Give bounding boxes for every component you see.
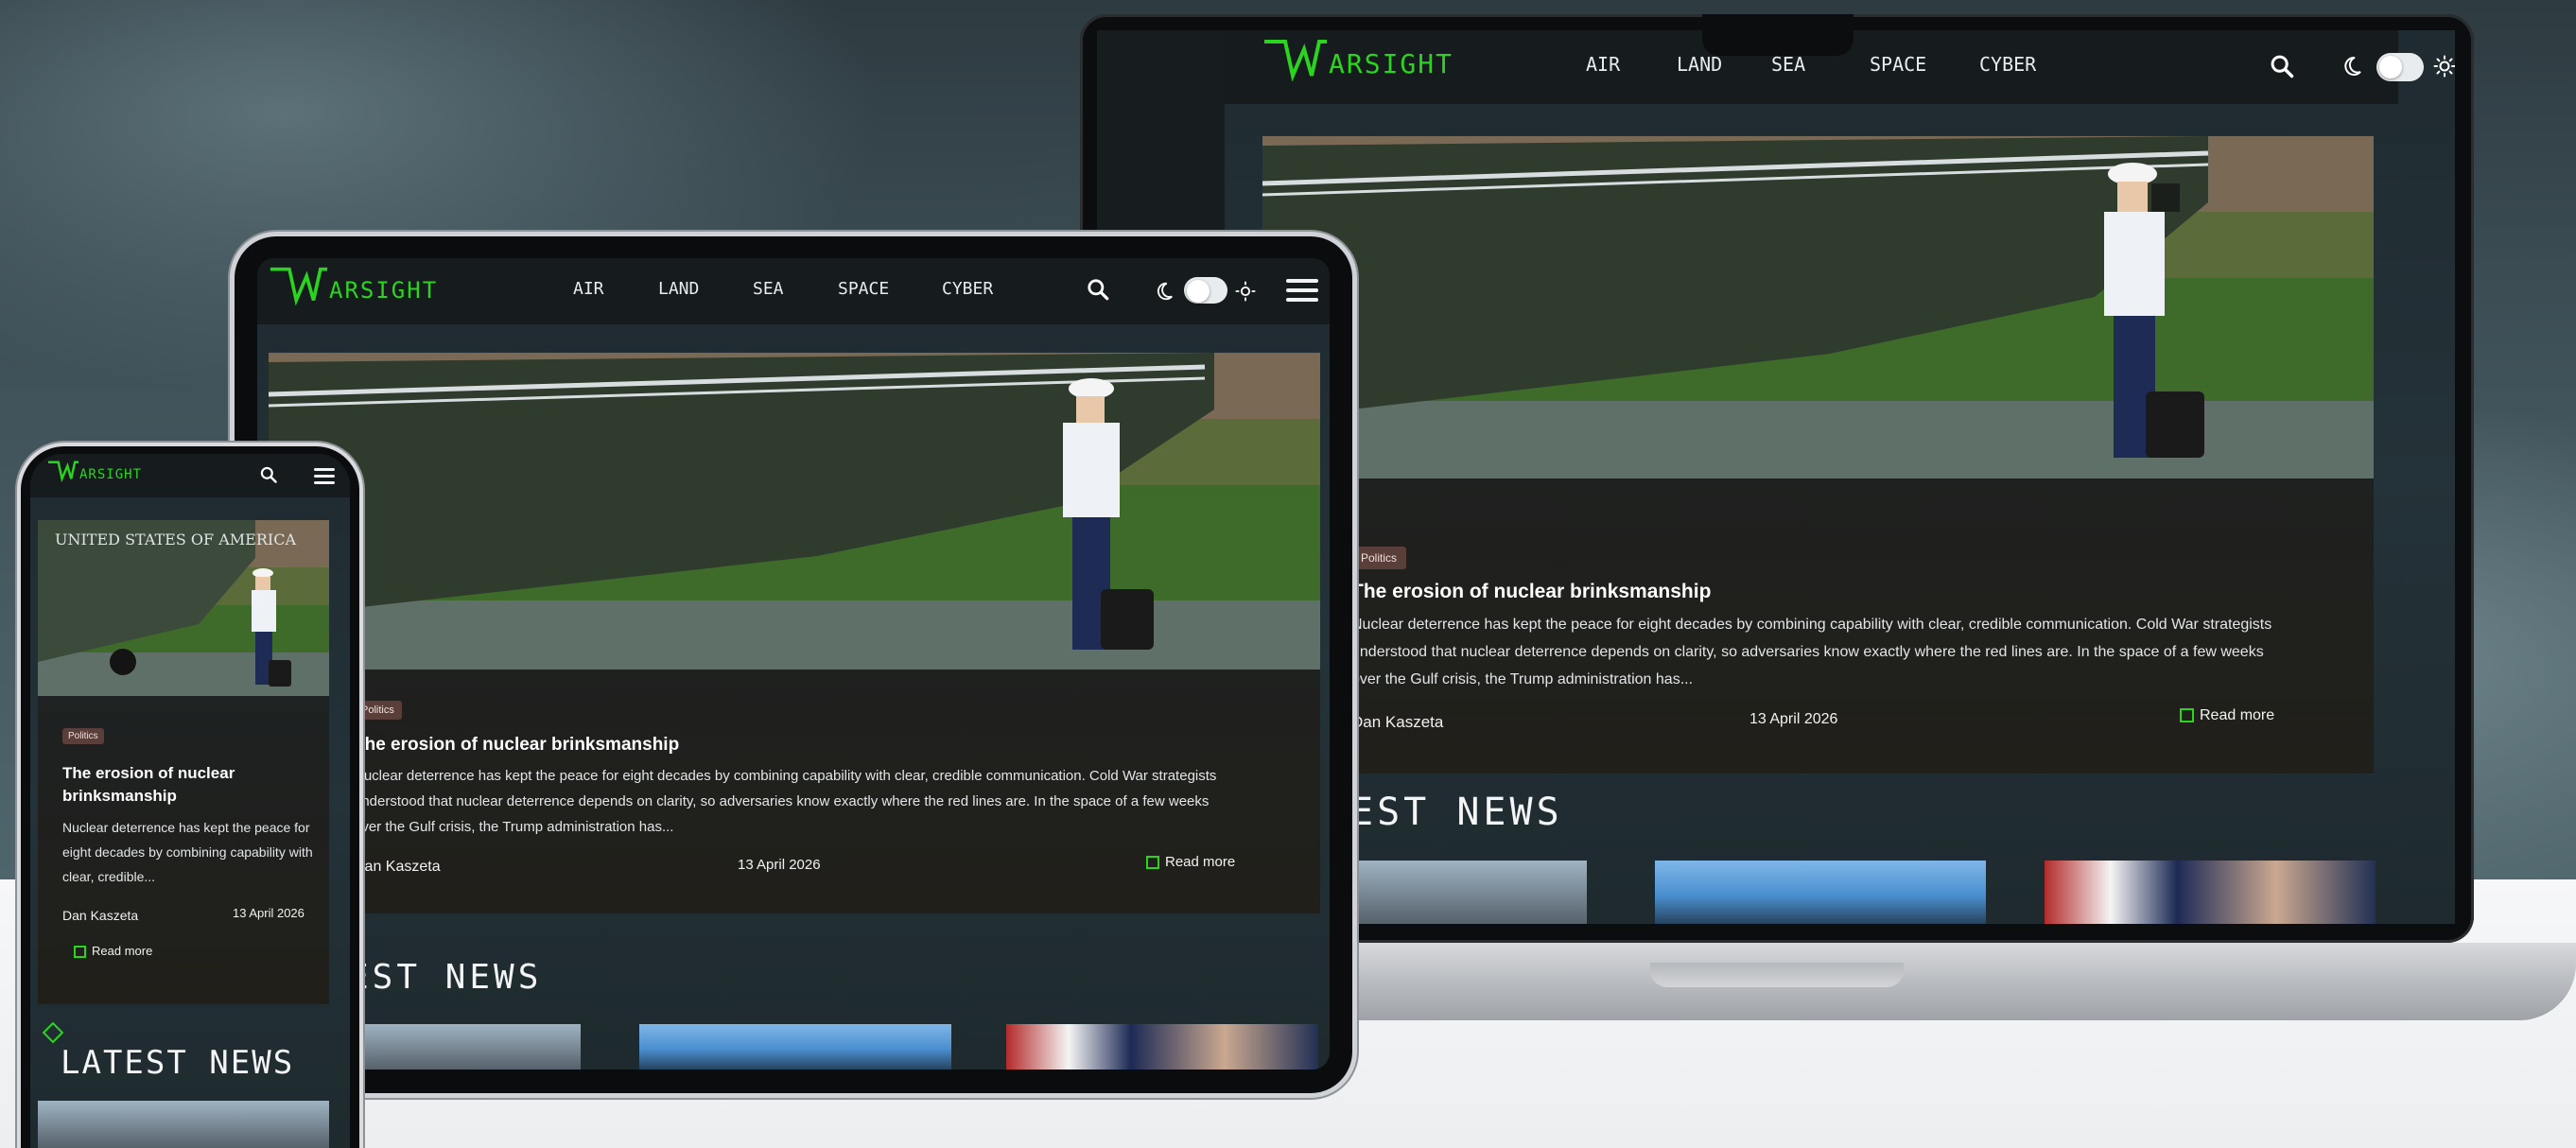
read-more-link[interactable]: Read more bbox=[1146, 854, 1235, 870]
main-nav: AIR LAND SEA SPACE CYBER bbox=[1586, 53, 2074, 76]
news-thumbnail-2[interactable] bbox=[639, 1024, 951, 1070]
article-excerpt: Nuclear deterrence has kept the peace fo… bbox=[1351, 617, 2272, 687]
phone-screen: ARSIGHT UNITED STATES OF AMERICA Politic… bbox=[30, 454, 350, 1148]
sun-icon bbox=[2433, 55, 2455, 78]
nav-item-land[interactable]: LAND bbox=[658, 279, 753, 299]
nav-item-air[interactable]: AIR bbox=[1586, 53, 1677, 76]
featured-article-image bbox=[1262, 136, 2374, 478]
featured-article-card[interactable]: UNITED STATES OF AMERICA Politics The er… bbox=[38, 520, 329, 1004]
read-more-icon bbox=[2180, 708, 2194, 723]
moon-icon bbox=[2341, 55, 2363, 78]
article-title[interactable]: The erosion of nuclear brinksmanship bbox=[1351, 581, 1711, 603]
diamond-marker-icon bbox=[42, 1021, 64, 1044]
news-thumbnail-3[interactable] bbox=[1006, 1024, 1318, 1070]
latest-news-heading: EST NEWS bbox=[348, 958, 543, 997]
nav-item-sea[interactable]: SEA bbox=[1771, 53, 1870, 76]
aircraft-lettering: UNITED STATES OF AMERICA bbox=[55, 531, 296, 548]
tablet-screen: ARSIGHT AIR LAND SEA SPACE CYBER Politic… bbox=[257, 258, 1330, 1070]
latest-news-heading: EST NEWS bbox=[1350, 791, 1563, 834]
news-thumbnail-1[interactable] bbox=[348, 1024, 581, 1070]
site-header: ARSIGHT bbox=[30, 454, 350, 497]
article-tag[interactable]: Politics bbox=[62, 728, 104, 744]
main-nav: AIR LAND SEA SPACE CYBER bbox=[573, 279, 1036, 299]
search-icon[interactable] bbox=[2267, 51, 2297, 81]
article-title[interactable]: The erosion of nuclear brinksmanship bbox=[354, 735, 679, 756]
article-tag[interactable]: Politics bbox=[354, 701, 402, 720]
read-more-icon bbox=[1146, 856, 1159, 870]
article-author: Dan Kaszeta bbox=[1351, 713, 1444, 731]
theme-toggle[interactable]: .toggle::after{width:24px;height:24px;} bbox=[2376, 53, 2424, 81]
laptop-camera-notch bbox=[1702, 14, 1854, 56]
article-date: 13 April 2026 bbox=[738, 857, 821, 873]
moon-icon bbox=[1154, 281, 1175, 302]
nav-item-space[interactable]: SPACE bbox=[838, 279, 942, 299]
read-more-link[interactable]: Read more bbox=[74, 944, 152, 959]
sun-icon bbox=[1235, 281, 1256, 302]
brand-logo[interactable]: ARSIGHT bbox=[47, 460, 142, 482]
article-author: Dan Kaszeta bbox=[354, 859, 441, 875]
read-more-link[interactable]: Read more bbox=[2180, 707, 2274, 724]
brand-logo-w-mark bbox=[270, 267, 328, 305]
article-excerpt: Nuclear deterrence has kept the peace fo… bbox=[62, 820, 313, 884]
brand-logo[interactable]: ARSIGHT bbox=[269, 266, 438, 305]
article-date: 13 April 2026 bbox=[1749, 711, 1838, 727]
nav-item-sea[interactable]: SEA bbox=[753, 279, 838, 299]
nav-item-air[interactable]: AIR bbox=[573, 279, 658, 299]
news-thumbnail-2[interactable] bbox=[1655, 861, 1986, 924]
hamburger-menu-icon[interactable] bbox=[1286, 279, 1318, 302]
site-header: ARSIGHT AIR LAND SEA SPACE CYBER bbox=[257, 258, 1330, 324]
brand-logo-w-mark bbox=[1264, 40, 1327, 81]
laptop-trackpad-groove bbox=[1650, 963, 1904, 987]
article-excerpt: Nuclear deterrence has kept the peace fo… bbox=[354, 768, 1217, 835]
article-date: 13 April 2026 bbox=[233, 906, 305, 920]
read-more-icon bbox=[74, 946, 86, 959]
nav-item-cyber[interactable]: CYBER bbox=[1979, 53, 2074, 76]
nav-item-cyber[interactable]: CYBER bbox=[942, 279, 1036, 299]
brand-name: ARSIGHT bbox=[329, 277, 439, 304]
search-icon[interactable] bbox=[1086, 277, 1110, 302]
brand-name: ARSIGHT bbox=[79, 467, 143, 482]
news-thumbnail-1[interactable] bbox=[1350, 861, 1587, 924]
featured-article-image: UNITED STATES OF AMERICA bbox=[38, 520, 329, 696]
featured-article-card[interactable]: Politics The erosion of nuclear brinksma… bbox=[269, 353, 1320, 913]
brand-name: ARSIGHT bbox=[1329, 48, 1454, 79]
search-icon[interactable] bbox=[259, 465, 278, 484]
article-tag[interactable]: Politics bbox=[1351, 547, 1407, 569]
article-title[interactable]: The erosion of nuclear brinksmanship bbox=[62, 762, 299, 808]
brand-logo[interactable]: ARSIGHT bbox=[1262, 38, 1453, 81]
latest-news-heading: LATEST NEWS bbox=[61, 1044, 295, 1082]
featured-article-card[interactable]: Politics The erosion of nuclear brinksma… bbox=[1262, 136, 2374, 774]
news-thumbnail-1[interactable] bbox=[38, 1101, 329, 1148]
news-thumbnail-3[interactable] bbox=[2045, 861, 2376, 924]
hamburger-menu-icon[interactable] bbox=[314, 468, 335, 484]
nav-item-space[interactable]: SPACE bbox=[1870, 53, 1979, 76]
nav-item-land[interactable]: LAND bbox=[1677, 53, 1771, 76]
featured-article-image bbox=[269, 353, 1320, 670]
brand-logo-w-mark bbox=[47, 461, 79, 482]
theme-toggle[interactable] bbox=[1184, 277, 1227, 304]
article-author: Dan Kaszeta bbox=[62, 908, 139, 923]
